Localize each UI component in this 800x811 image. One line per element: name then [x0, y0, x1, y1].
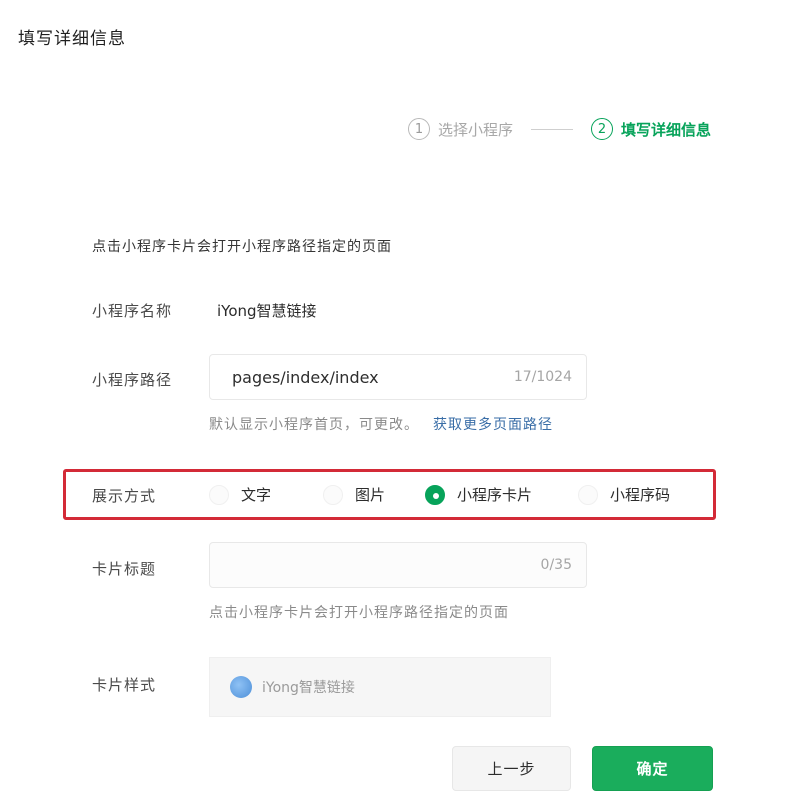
confirm-button[interactable]: 确定 [592, 746, 713, 791]
step-number: 1 [408, 118, 430, 140]
radio-dot-selected[interactable] [425, 484, 446, 505]
dialog-title: 填写详细信息 [18, 29, 126, 49]
radio-label: 小程序卡片 [457, 486, 533, 504]
more-paths-link[interactable]: 获取更多页面路径 [433, 417, 553, 433]
miniprogram-avatar-icon [230, 676, 252, 698]
step-label: 填写详细信息 [621, 120, 712, 139]
radio-image[interactable]: 图片 [323, 484, 385, 505]
radio-label: 图片 [355, 486, 386, 504]
card-title-label: 卡片标题 [92, 560, 157, 578]
radio-dot[interactable] [323, 484, 344, 505]
card-style-label: 卡片样式 [92, 676, 157, 694]
display-mode-label: 展示方式 [92, 487, 157, 505]
prev-step-button[interactable]: 上一步 [452, 746, 571, 791]
path-input[interactable]: pages/index/index 17/1024 [209, 354, 587, 400]
name-label: 小程序名称 [92, 302, 173, 320]
name-value: iYong智慧链接 [217, 302, 317, 320]
card-title-input[interactable]: 0/35 [209, 542, 587, 588]
path-hint-text: 默认显示小程序首页，可更改。 [209, 417, 419, 433]
card-style-preview: iYong智慧链接 [209, 657, 551, 717]
radio-dot[interactable] [209, 484, 229, 505]
path-input-value[interactable]: pages/index/index [232, 368, 514, 387]
radio-text[interactable]: 文字 [209, 484, 271, 505]
card-title-char-counter: 0/35 [540, 557, 572, 573]
top-hint: 点击小程序卡片会打开小程序路径指定的页面 [92, 239, 392, 255]
radio-label: 小程序码 [610, 486, 671, 504]
step-number: 2 [591, 118, 614, 140]
step-indicator: 1 选择小程序 2 填写详细信息 [408, 118, 711, 140]
radio-dot[interactable] [578, 484, 599, 505]
display-mode-radio-group: 文字 图片 小程序卡片 小程序码 [209, 484, 670, 505]
card-preview-name: iYong智慧链接 [262, 680, 355, 696]
step-select-miniprogram: 1 选择小程序 [408, 118, 513, 140]
card-title-hint: 点击小程序卡片会打开小程序路径指定的页面 [209, 605, 509, 621]
step-fill-details: 2 填写详细信息 [591, 118, 711, 140]
step-label: 选择小程序 [438, 120, 514, 139]
radio-miniprogram-card[interactable]: 小程序卡片 [425, 484, 532, 505]
path-char-counter: 17/1024 [513, 369, 572, 385]
path-label: 小程序路径 [92, 371, 173, 389]
radio-label: 文字 [241, 486, 272, 504]
path-hint: 默认显示小程序首页，可更改。 获取更多页面路径 [209, 414, 553, 434]
radio-miniprogram-code[interactable]: 小程序码 [578, 484, 670, 505]
step-connector [531, 128, 574, 130]
